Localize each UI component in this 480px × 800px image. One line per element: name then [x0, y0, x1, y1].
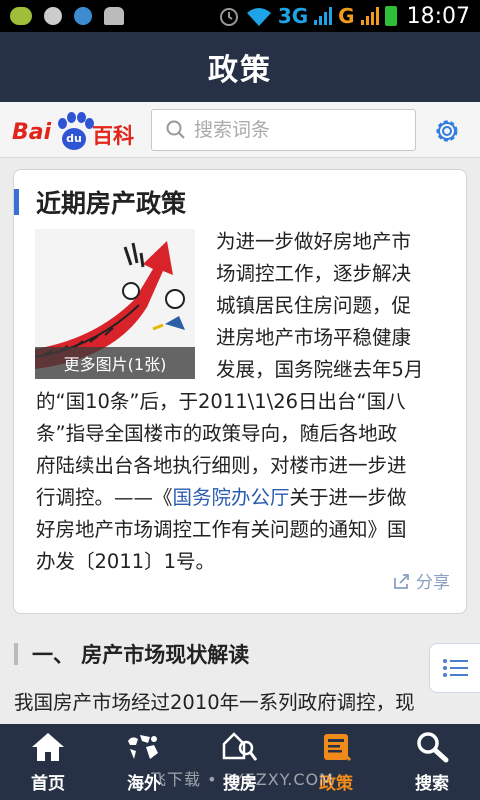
- list-menu-icon: [443, 659, 468, 677]
- article-content[interactable]: 近期房产政策 为进一步做好房地产市 场调控工作，逐步解决 城镇居民住房问题，促 …: [0, 158, 480, 724]
- share-icon: [394, 573, 409, 589]
- wechat-icon: [10, 7, 32, 25]
- card-title: 近期房产政策: [36, 189, 187, 218]
- logo-text-du: du: [62, 128, 86, 150]
- paragraph-line: 行调控。——《国务院办公厅关于进一步做: [36, 482, 456, 514]
- section-first-line: 我国房产市场经过2010年一系列政府调控，现: [14, 691, 415, 714]
- section-title: 一、 房产市场现状解读: [32, 643, 250, 667]
- article-thumbnail[interactable]: 更多图片(1张): [35, 229, 195, 379]
- nav-search[interactable]: 搜索: [384, 724, 480, 800]
- share-label: 分享: [416, 573, 450, 593]
- signal-bars-icon: [314, 7, 333, 25]
- paragraph-line: 好房地产市场调控工作有关问题的通知》国: [36, 518, 407, 541]
- logo-text-baike: 百科: [92, 124, 134, 148]
- section-heading: 一、 房产市场现状解读: [14, 636, 464, 672]
- search-icon: [412, 729, 452, 765]
- settings-gear-icon[interactable]: [432, 116, 462, 146]
- signal-bars-icon: [360, 7, 379, 25]
- wifi-icon: [246, 8, 271, 26]
- home-icon: [28, 729, 68, 765]
- status-bar: 3G G 18:07: [0, 0, 480, 32]
- heading-accent-bar: [14, 189, 19, 215]
- nav-home[interactable]: 首页: [0, 724, 96, 800]
- globe-icon: [74, 7, 92, 25]
- section-accent-bar: [14, 643, 18, 665]
- state-council-office-link[interactable]: 国务院办公厅: [173, 486, 290, 509]
- share-button[interactable]: 分享: [392, 568, 450, 593]
- table-of-contents-button[interactable]: [429, 643, 480, 693]
- search-bar: Bai du 百科: [0, 102, 480, 158]
- world-map-icon: [124, 729, 164, 765]
- battery-icon: [384, 6, 397, 26]
- paragraph-line: 的“国10条”后，于2011\1\26日出台“国八: [36, 390, 406, 413]
- paragraph-text: 行调控。——《: [36, 486, 173, 509]
- status-system-icons: 3G G 18:07: [218, 4, 470, 29]
- network-type-g: G: [338, 4, 355, 28]
- baidu-baike-logo[interactable]: Bai du 百科: [12, 110, 138, 150]
- search-icon: [166, 120, 185, 139]
- baidu-paw-icon: du: [52, 110, 94, 150]
- alarm-icon: [219, 8, 238, 26]
- title-bar: 政策: [0, 32, 480, 102]
- logo-text-bai: Bai: [12, 120, 52, 145]
- network-type-3g: 3G: [277, 4, 309, 28]
- android-icon: [104, 7, 124, 25]
- search-input[interactable]: [194, 119, 394, 141]
- more-images-caption[interactable]: 更多图片(1张): [35, 347, 195, 379]
- paragraph-line: 条”指导全国楼市的政策导向，随后各地政: [36, 422, 398, 445]
- watermark-text: 飞下载 • PYEZXY.COM: [150, 770, 334, 789]
- search-box[interactable]: [151, 109, 416, 151]
- status-notification-icons: [10, 7, 124, 25]
- page-title: 政策: [208, 53, 272, 88]
- notification-icon: [44, 7, 62, 25]
- card-heading: 近期房产政策: [14, 184, 186, 220]
- paragraph-text: 关于进一步做: [289, 486, 407, 509]
- nav-label: 首页: [31, 774, 65, 794]
- policy-document-icon: [316, 729, 356, 765]
- nav-label: 搜索: [415, 774, 449, 794]
- paragraph-line: 府陆续出台各地执行细则，对楼市进一步进: [36, 454, 407, 477]
- summary-card: 近期房产政策 为进一步做好房地产市 场调控工作，逐步解决 城镇居民住房问题，促 …: [13, 169, 467, 614]
- status-time: 18:07: [406, 3, 470, 29]
- house-search-icon: [220, 729, 260, 765]
